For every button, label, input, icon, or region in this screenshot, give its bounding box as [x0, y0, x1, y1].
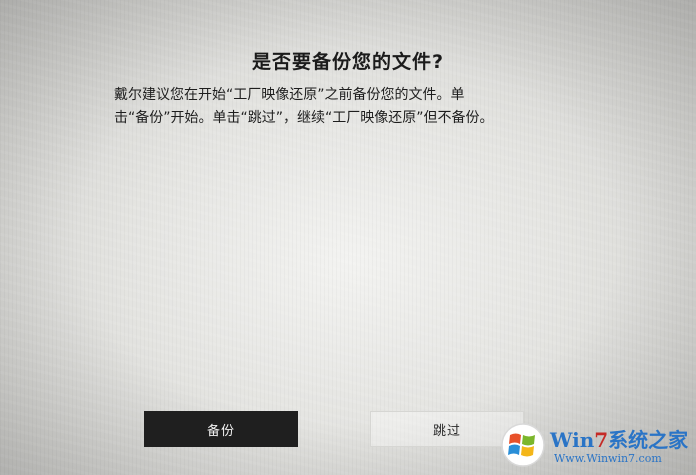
- dialog-message-line-1: 戴尔建议您在开始“工厂映像还原”之前备份您的文件。单: [114, 87, 465, 103]
- windows-logo-icon: [501, 423, 545, 467]
- recovery-screen: 是否要备份您的文件? 戴尔建议您在开始“工厂映像还原”之前备份您的文件。单 击“…: [0, 0, 696, 475]
- dialog-message-line-2: 击“备份”开始。单击“跳过”，继续“工厂映像还原”但不备份。: [114, 110, 494, 126]
- watermark-brand-seven: 7: [594, 428, 609, 452]
- watermark: Win7系统之家 Www.Winwin7.com: [498, 420, 694, 472]
- watermark-brand-cn: 系统之家: [608, 428, 689, 452]
- backup-button[interactable]: 备份: [144, 411, 298, 447]
- watermark-brand-prefix: Win: [550, 428, 595, 452]
- watermark-title: Win7系统之家: [550, 424, 688, 453]
- dialog-title: 是否要备份您的文件?: [251, 51, 445, 73]
- watermark-url: Www.Winwin7.com: [554, 452, 662, 465]
- dialog-message: 戴尔建议您在开始“工厂映像还原”之前备份您的文件。单 击“备份”开始。单击“跳过…: [114, 84, 554, 130]
